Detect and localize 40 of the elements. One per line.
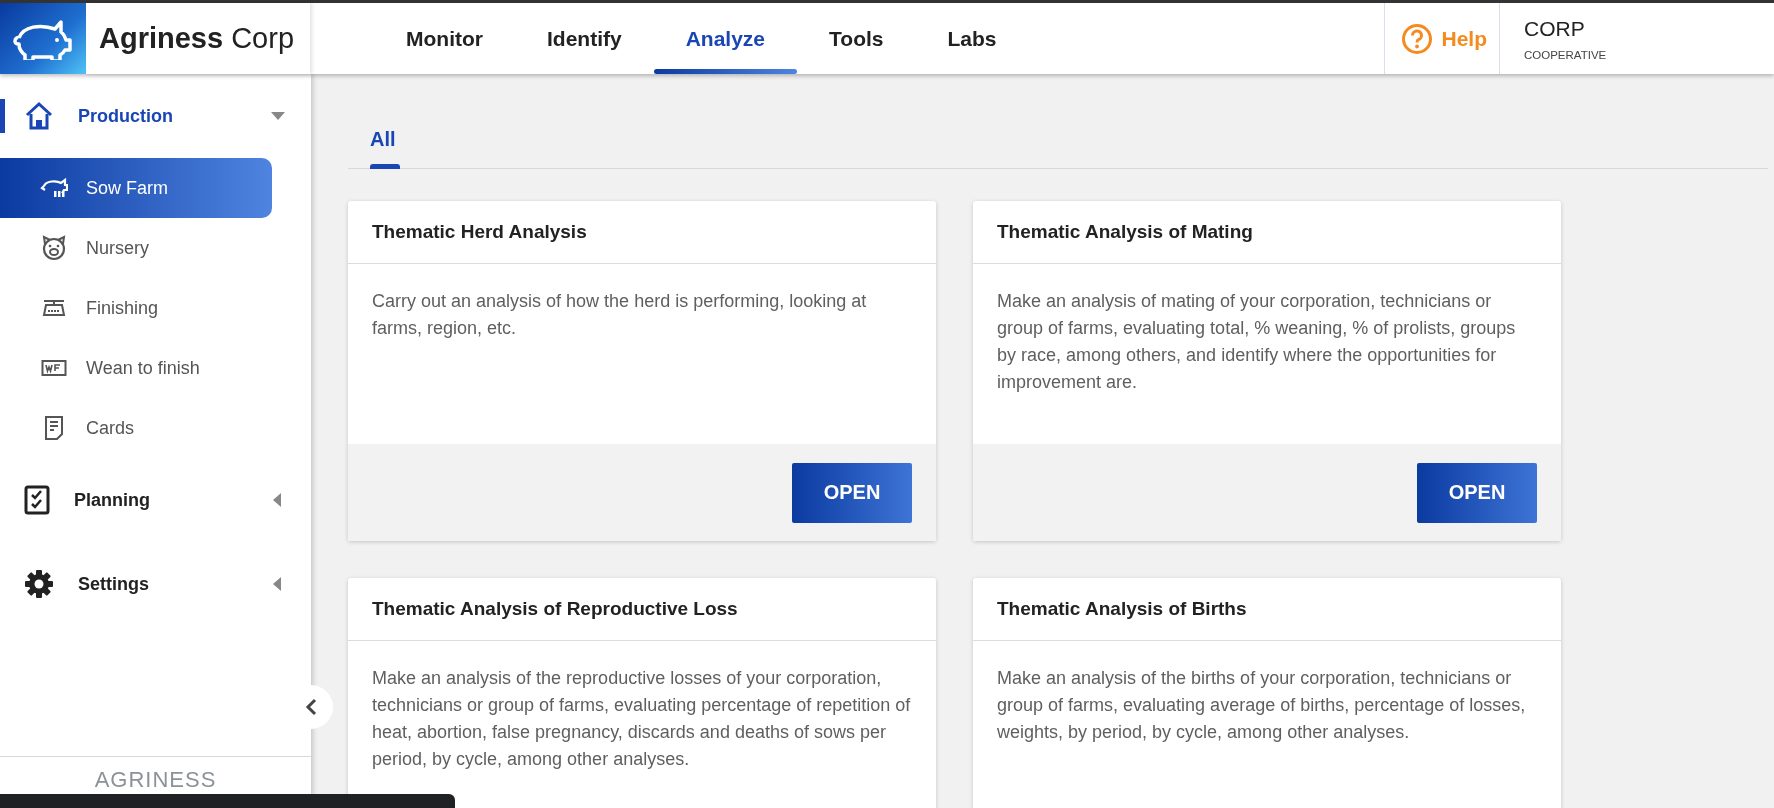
card-title: Thematic Analysis of Reproductive Loss: [348, 578, 936, 641]
settings-icon: [24, 569, 54, 599]
wf-tag-icon: [41, 359, 67, 377]
sidebar-item[interactable]: Cards: [0, 398, 272, 458]
checklist-icon: [24, 485, 50, 515]
card-title: Thematic Analysis of Births: [973, 578, 1561, 641]
sidebar-item[interactable]: Wean to finish: [0, 338, 272, 398]
house-icon: [24, 101, 54, 131]
account-role: COOPERATIVE: [1524, 49, 1608, 61]
nav-section[interactable]: Production: [0, 74, 311, 158]
scale-icon: [41, 298, 67, 318]
nav-tab[interactable]: Analyze: [653, 3, 798, 74]
card-title: Thematic Analysis of Mating: [973, 201, 1561, 264]
brand-logo[interactable]: [0, 3, 86, 74]
account-name: CORP: [1524, 17, 1586, 41]
chevron-left-icon: [305, 698, 317, 716]
card-description: Make an analysis of mating of your corporation, technicians or group of farms, evaluating total, % weaning, % of prolists, groups by race, among others, and identify where the opportunities for improvement are.: [996, 290, 1517, 394]
sidebar-item[interactable]: Finishing: [0, 278, 272, 338]
nav-tab[interactable]: Monitor: [374, 3, 515, 74]
sidebar-item[interactable]: Nursery: [0, 218, 272, 278]
nav-section[interactable]: Planning: [0, 458, 311, 542]
footer-logo: AGRINESS: [94, 769, 217, 791]
brand-name: Agriness Corp: [99, 22, 295, 55]
nav-tab[interactable]: Tools: [797, 3, 916, 74]
nav-tab[interactable]: Identify: [515, 3, 654, 74]
open-button[interactable]: OPEN: [792, 462, 912, 523]
card-title: Thematic Herd Analysis: [348, 201, 936, 264]
pig-logo-icon: [11, 17, 75, 60]
nav-tab[interactable]: Labs: [915, 3, 1029, 74]
pig-icon: [40, 177, 68, 199]
filter-tab[interactable]: All: [348, 110, 418, 168]
card-description: Make an analysis of the births of your corporation, technicians or group of farms, evaluating average of births, percentage of losses, weights, by period, by cycle, among other analyses.: [996, 667, 1527, 744]
help-icon: [1401, 22, 1434, 55]
card-description: Make an analysis of the reproductive losses of your corporation, technicians or group of farms, evaluating percentage of repetition of heat, abortion, false pregnancy, discards and deaths of sows per period, by cycle, among other analyses.: [371, 667, 912, 771]
pig-face-icon: [41, 235, 67, 261]
open-button[interactable]: OPEN: [1417, 462, 1537, 523]
sidebar-item[interactable]: Sow Farm: [0, 158, 272, 218]
nav-section[interactable]: Settings: [0, 542, 311, 626]
card-description: Carry out an analysis of how the herd is performing, looking at farms, region, etc.: [371, 290, 868, 340]
document-icon: [43, 415, 65, 441]
